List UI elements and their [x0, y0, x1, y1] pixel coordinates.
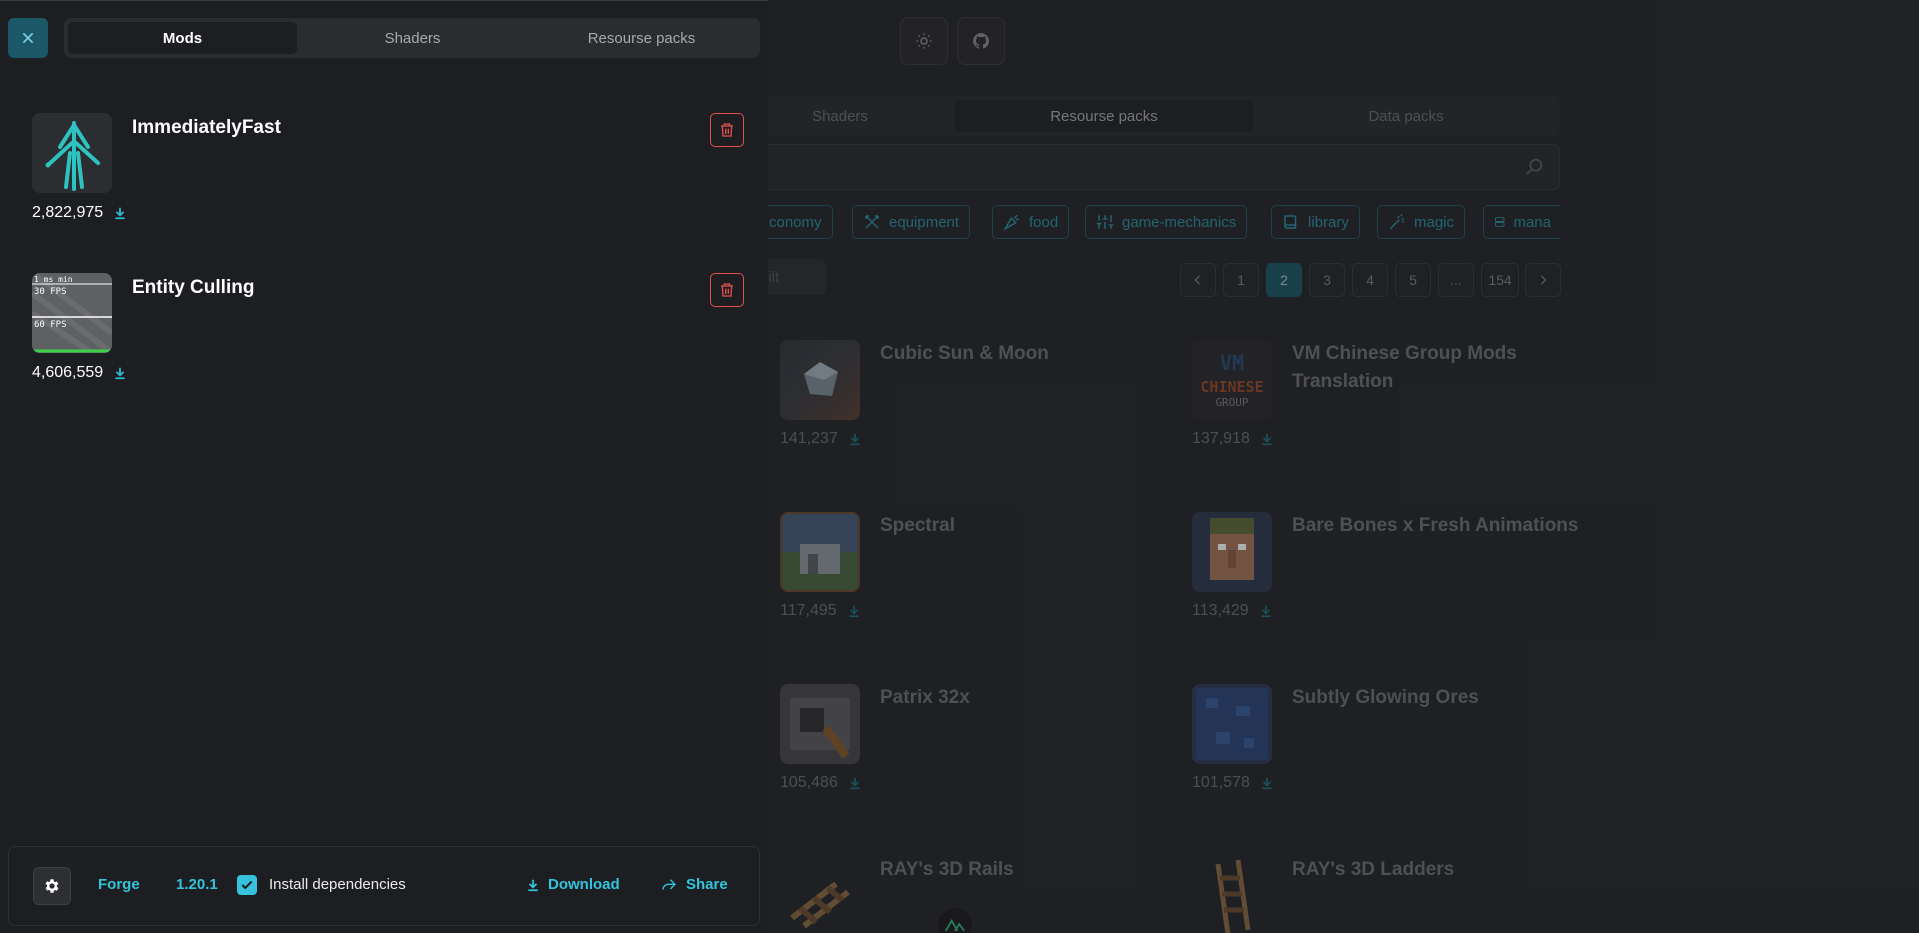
- mod-item: ImmediatelyFast 2,822,975: [32, 113, 744, 233]
- trash-icon: [721, 123, 733, 137]
- trash-icon: [721, 283, 733, 297]
- mod-name: Entity Culling: [132, 277, 255, 298]
- download-icon: [115, 207, 125, 220]
- install-dependencies-checkbox[interactable]: [237, 875, 257, 895]
- gear-icon: [45, 879, 59, 893]
- tab-resourse-packs[interactable]: Resourse packs: [527, 22, 756, 54]
- svg-text:1 ms min: 1 ms min: [34, 275, 73, 284]
- version-select[interactable]: 1.20.1: [176, 876, 218, 893]
- checkmark-icon: [241, 880, 253, 890]
- selected-items-drawer: Mods Shaders Resourse packs ImmediatelyF…: [0, 0, 768, 933]
- drawer-tabs: Mods Shaders Resourse packs: [64, 18, 760, 58]
- close-drawer-button[interactable]: [8, 18, 48, 58]
- svg-text:30 FPS: 30 FPS: [34, 287, 67, 297]
- arrow-logo-icon: [32, 113, 112, 193]
- close-icon: [22, 32, 34, 44]
- loader-select[interactable]: Forge: [98, 876, 140, 893]
- mod-item: 1 ms min 30 FPS 60 FPS Entity Culling 4,…: [32, 273, 744, 393]
- share-icon: [662, 878, 676, 890]
- remove-mod-button[interactable]: [710, 273, 744, 307]
- remove-mod-button[interactable]: [710, 113, 744, 147]
- settings-button[interactable]: [33, 867, 71, 905]
- install-dependencies-label[interactable]: Install dependencies: [269, 876, 406, 893]
- download-icon: [528, 879, 538, 891]
- mod-downloads: 2,822,975: [32, 204, 127, 222]
- drawer-footer: Forge 1.20.1 Install dependencies Downlo…: [8, 846, 760, 926]
- download-button[interactable]: Download: [526, 876, 620, 893]
- tab-shaders[interactable]: Shaders: [298, 22, 527, 54]
- svg-text:60 FPS: 60 FPS: [34, 320, 67, 330]
- tab-mods[interactable]: Mods: [68, 22, 297, 54]
- fps-graph-icon: 1 ms min 30 FPS 60 FPS: [32, 273, 112, 353]
- mod-name: ImmediatelyFast: [132, 117, 281, 138]
- share-button[interactable]: Share: [660, 876, 728, 893]
- download-icon: [115, 367, 125, 380]
- mod-downloads: 4,606,559: [32, 364, 127, 382]
